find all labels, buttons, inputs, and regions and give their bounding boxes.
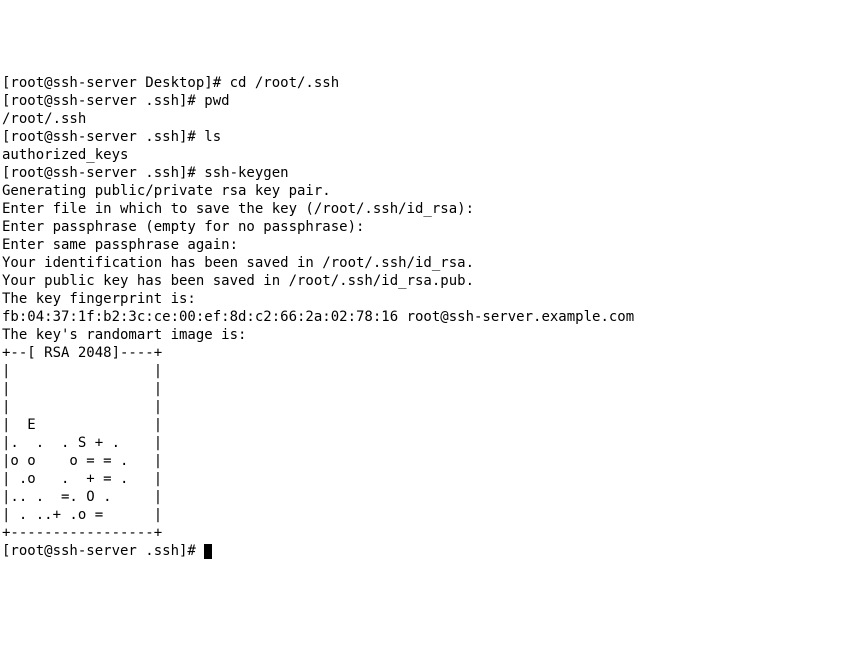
terminal-line: Your identification has been saved in /r… (2, 255, 474, 271)
terminal-line: Enter same passphrase again: (2, 237, 238, 253)
terminal-line: |. . . S + . | (2, 435, 162, 451)
terminal-line: | | (2, 399, 162, 415)
terminal-line: | E | (2, 417, 162, 433)
terminal-line: The key fingerprint is: (2, 291, 196, 307)
terminal-line: /root/.ssh (2, 111, 86, 127)
terminal-line: [root@ssh-server .ssh]# ls (2, 129, 221, 145)
terminal-line: Your public key has been saved in /root/… (2, 273, 474, 289)
terminal-line: | .o . + = . | (2, 471, 162, 487)
terminal-line: Enter passphrase (empty for no passphras… (2, 219, 364, 235)
terminal-line: |o o o = = . | (2, 453, 162, 469)
terminal-line: | | (2, 363, 162, 379)
terminal-line: +--[ RSA 2048]----+ (2, 345, 162, 361)
terminal-line: fb:04:37:1f:b2:3c:ce:00:ef:8d:c2:66:2a:0… (2, 309, 634, 325)
terminal-line: |.. . =. O . | (2, 489, 162, 505)
terminal-line: [root@ssh-server .ssh]# pwd (2, 93, 230, 109)
terminal-line: authorized_keys (2, 147, 128, 163)
terminal-line: [root@ssh-server .ssh]# (2, 543, 204, 559)
terminal-line: [root@ssh-server Desktop]# cd /root/.ssh (2, 75, 339, 91)
terminal-line: [root@ssh-server .ssh]# ssh-keygen (2, 165, 289, 181)
terminal-line: Enter file in which to save the key (/ro… (2, 201, 474, 217)
cursor-icon (204, 544, 212, 559)
terminal-line: | . ..+ .o = | (2, 507, 162, 523)
terminal-line: Generating public/private rsa key pair. (2, 183, 331, 199)
terminal-output[interactable]: [root@ssh-server Desktop]# cd /root/.ssh… (2, 74, 839, 560)
terminal-line: +-----------------+ (2, 525, 162, 541)
terminal-line: | | (2, 381, 162, 397)
terminal-line: The key's randomart image is: (2, 327, 246, 343)
